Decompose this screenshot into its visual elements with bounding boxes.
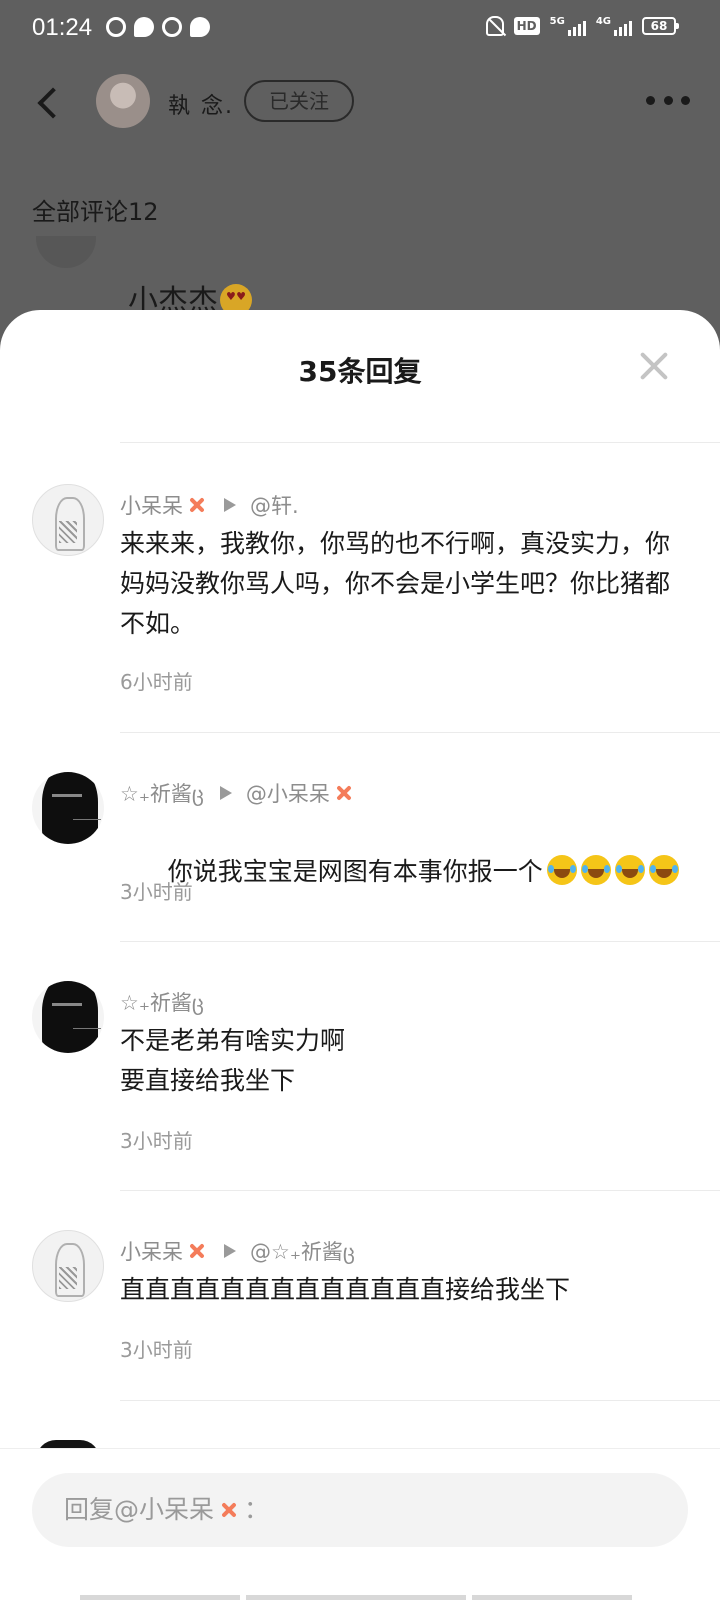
reply-to[interactable]: @小呆呆 — [246, 778, 330, 808]
follow-button[interactable]: 已关注 — [244, 80, 354, 122]
signal-4g-icon: 4G — [596, 16, 632, 36]
sheet-title: 35条回复 — [298, 355, 422, 388]
laugh-cry-icon — [614, 855, 645, 885]
reply-time: 3小时前 — [120, 1129, 193, 1153]
reply-content[interactable]: 你说我宝宝是网图有本事你报一个 — [120, 812, 680, 932]
reply-content[interactable]: 不是老弟有啥实力啊 要直接给我坐下 — [120, 1021, 680, 1101]
divider — [120, 941, 720, 942]
divider — [120, 732, 720, 733]
divider — [120, 1190, 720, 1191]
reply-input[interactable]: 回复@小呆呆 ： — [32, 1473, 688, 1547]
reply-to[interactable]: @轩. — [250, 490, 299, 520]
laugh-cry-icon — [648, 855, 679, 885]
back-button[interactable] — [30, 84, 70, 124]
reply-input-colon: ： — [244, 1495, 270, 1524]
anger-icon — [186, 1240, 208, 1262]
laugh-cry-icon — [546, 855, 577, 885]
divider — [120, 1400, 720, 1401]
more-options-icon[interactable] — [646, 90, 690, 110]
app-notification-icon — [106, 17, 126, 37]
reply-arrow-icon — [224, 1244, 236, 1258]
laugh-cry-icon — [580, 855, 611, 885]
status-right: HD 5G 4G 68 — [485, 16, 679, 36]
anger-icon — [186, 494, 208, 516]
reply-content[interactable]: 直直直直直直直直直直直直直接给我坐下 — [120, 1270, 680, 1310]
reply-item[interactable]: 小呆呆 @轩. 来来来，我教你，你骂的也不行啊，真没实力，你妈妈没教你骂人吗，你… — [0, 484, 720, 704]
reply-arrow-icon — [224, 498, 236, 512]
hd-badge: HD — [513, 17, 540, 35]
username[interactable]: ☆₊祈酱ც — [120, 987, 204, 1017]
reply-meta: 小呆呆 @☆₊祈酱ც — [120, 1236, 355, 1266]
user-avatar[interactable] — [32, 772, 104, 844]
post-header: 執 念. 已关注 — [0, 68, 720, 138]
signal-5g-icon: 5G — [550, 16, 586, 36]
username[interactable]: 小呆呆 — [120, 490, 183, 520]
reply-time: 3小时前 — [120, 880, 193, 904]
user-avatar[interactable] — [32, 981, 104, 1053]
username[interactable]: 小呆呆 — [120, 1236, 183, 1266]
browser-icon — [162, 17, 182, 37]
keyboard-handle — [80, 1595, 640, 1600]
divider — [120, 442, 720, 443]
reply-input-bar: 回复@小呆呆 ： — [0, 1448, 720, 1600]
close-icon[interactable] — [636, 348, 672, 384]
notification-icons — [106, 17, 210, 37]
reply-time: 6小时前 — [120, 670, 193, 694]
replies-sheet: 35条回复 小呆呆 @轩. 来来来，我教你，你骂的也不行啊，真没实力，你妈妈没教… — [0, 310, 720, 1600]
reply-item[interactable]: ☆₊祈酱ც 不是老弟有啥实力啊 要直接给我坐下 3小时前 — [0, 981, 720, 1161]
reply-meta: ☆₊祈酱ც @小呆呆 — [120, 778, 355, 808]
signal-5g-label: 5G — [549, 16, 565, 27]
status-time: 01:24 — [32, 14, 93, 41]
anger-icon — [333, 782, 355, 804]
mute-bell-icon — [485, 16, 504, 36]
reply-item[interactable]: ☆₊祈酱ც @小呆呆 你说我宝宝是网图有本事你报一个 3小时前 — [0, 772, 720, 922]
reply-item[interactable]: 小呆呆 @☆₊祈酱ც 直直直直直直直直直直直直直接给我坐下 3小时前 — [0, 1230, 720, 1380]
reply-time: 3小时前 — [120, 1338, 193, 1362]
background-page: 01:24 HD 5G 4G 68 執 念. 已关注 全部评论12 小杰杰♥ ♥ — [0, 0, 720, 330]
reply-meta: ☆₊祈酱ც — [120, 987, 204, 1017]
message-icon — [134, 17, 154, 37]
anger-icon — [218, 1499, 240, 1521]
user-avatar[interactable] — [32, 484, 104, 556]
all-comments-title: 全部评论12 — [32, 198, 159, 226]
reply-arrow-icon — [219, 786, 232, 800]
wechat-icon — [190, 17, 210, 37]
comment-avatar — [36, 236, 96, 268]
reply-to[interactable]: @☆₊祈酱ც — [250, 1236, 355, 1266]
username[interactable]: ☆₊祈酱ც — [120, 778, 204, 808]
author-avatar[interactable] — [96, 74, 150, 128]
reply-input-placeholder: 回复@小呆呆 — [64, 1495, 215, 1524]
reply-content[interactable]: 来来来，我教你，你骂的也不行啊，真没实力，你妈妈没教你骂人吗，你不会是小学生吧？… — [120, 524, 680, 644]
reply-content-text: 你说我宝宝是网图有本事你报一个 — [167, 857, 543, 886]
status-bar: 01:24 HD 5G 4G 68 — [0, 0, 720, 60]
signal-4g-label: 4G — [595, 16, 611, 27]
author-name[interactable]: 執 念. — [168, 88, 234, 120]
battery-icon: 68 — [642, 17, 679, 35]
reply-meta: 小呆呆 @轩. — [120, 490, 299, 520]
user-avatar[interactable] — [32, 1230, 104, 1302]
